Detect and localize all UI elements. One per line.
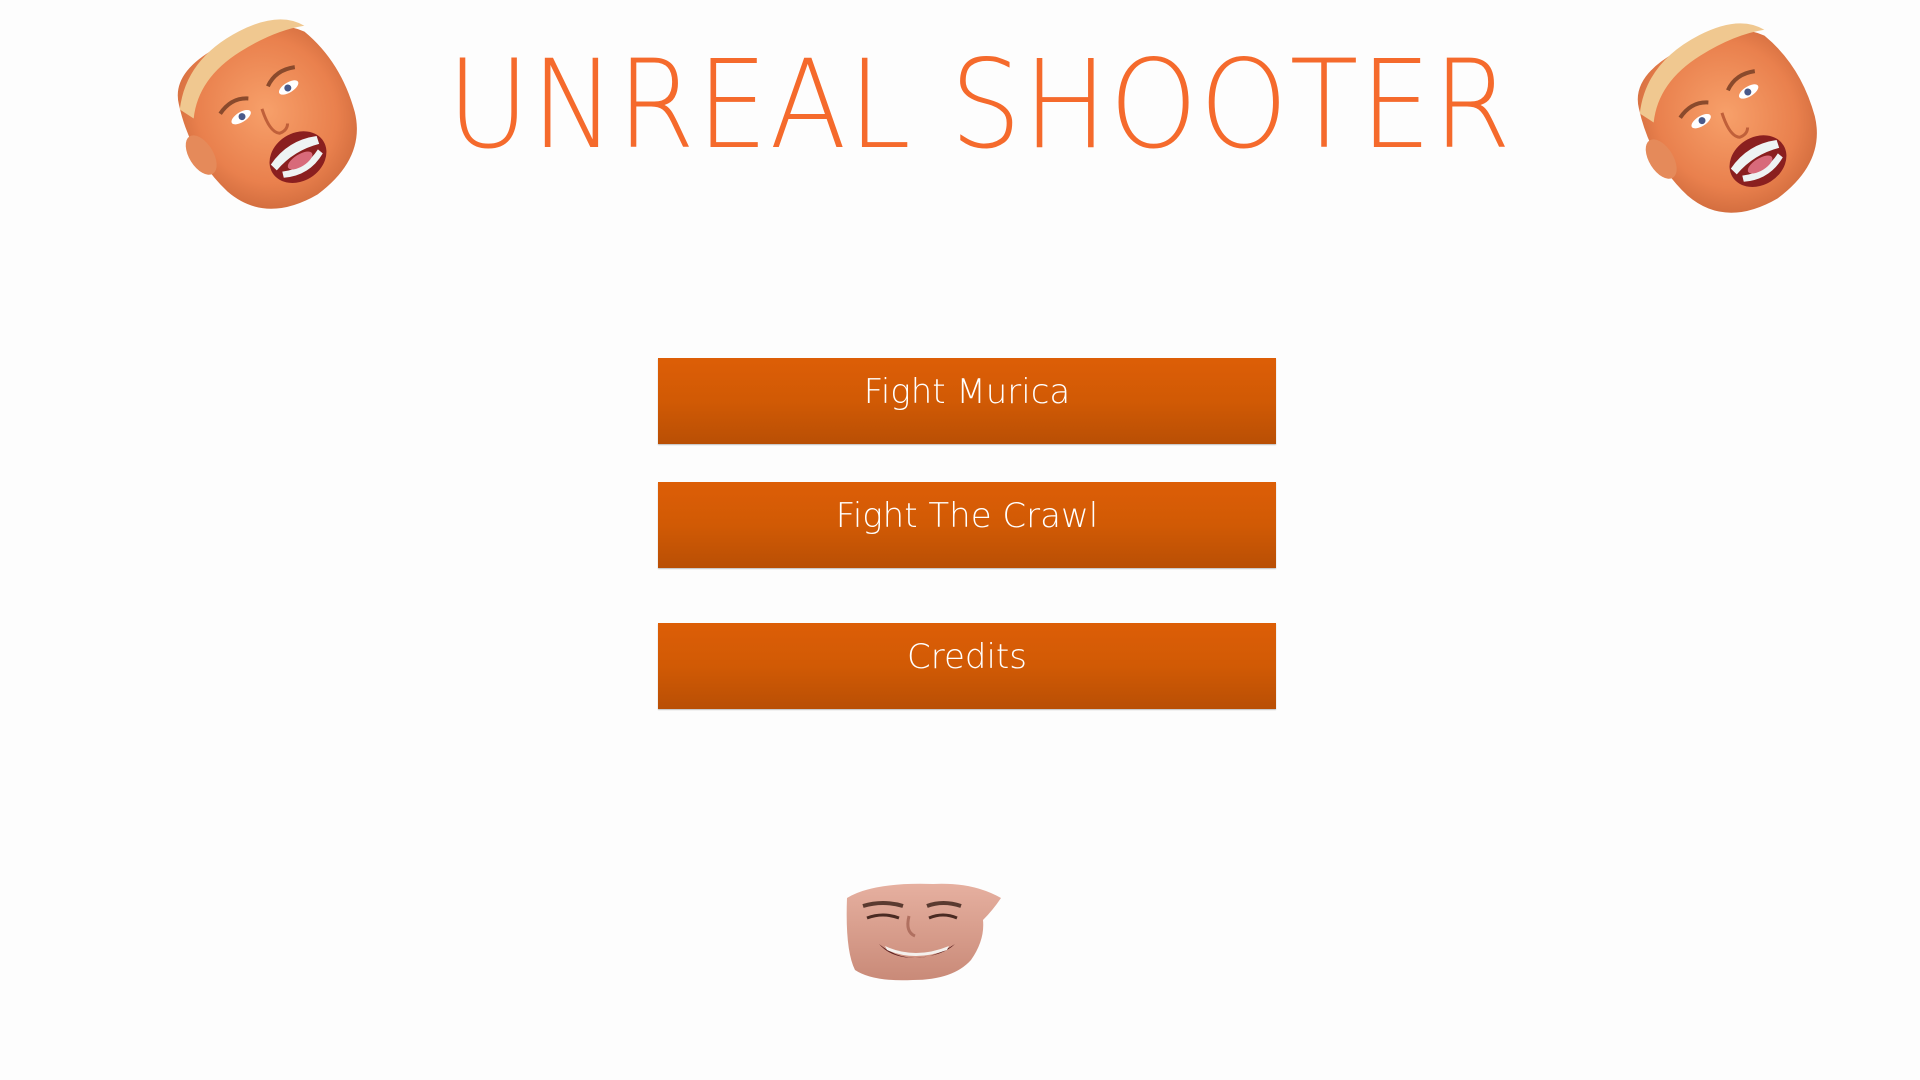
credits-button[interactable]: Credits xyxy=(658,623,1276,709)
fight-murica-button[interactable]: Fight Murica xyxy=(658,358,1276,444)
game-title: UNREAL SHOOTER xyxy=(447,34,1513,176)
laughing-face-icon xyxy=(843,880,1003,985)
main-menu-screen: UNREAL SHOOTER Fight Murica Fight The Cr… xyxy=(0,0,1920,1080)
fight-the-crawl-button[interactable]: Fight The Crawl xyxy=(658,482,1276,568)
